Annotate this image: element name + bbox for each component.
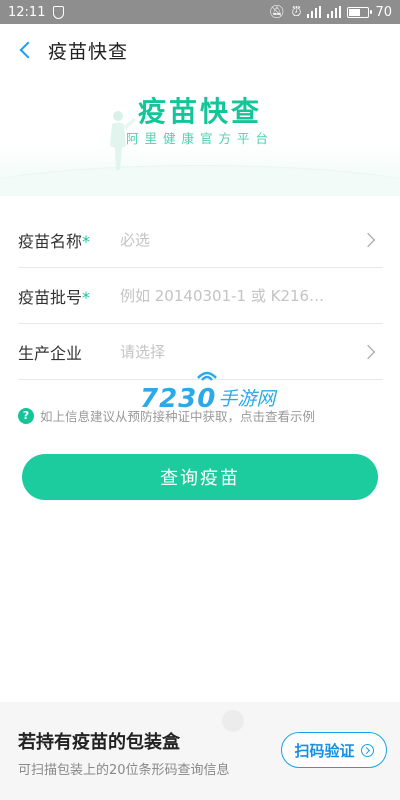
page-title: 疫苗快查 [48,40,129,63]
vaccine-name-label-text: 疫苗名称 [18,231,83,251]
scan-package-card: 若持有疫苗的包装盒 可扫描包装上的20位条形码查询信息 扫码验证 [0,702,400,800]
banner-subtitle: 阿里健康官方平台 [125,131,274,146]
chevron-right-icon [360,232,376,247]
battery-fill [349,8,361,16]
vaccine-name-row[interactable]: 疫苗名称* 必选 [18,212,383,268]
chevron-right-icon [360,344,376,359]
hero-banner: 疫苗快查 阿里健康官方平台 [0,76,400,196]
help-icon: ? [18,407,34,424]
vaccine-name-select[interactable]: 必选 [120,229,363,250]
vaccine-query-form: 疫苗名称* 必选 疫苗批号* 生产企业 请选择 [0,212,400,380]
status-bar: 12:11 🔕︎ ⏰︎ 70 [0,0,400,24]
banner-title: 疫苗快查 [137,95,262,128]
vaccine-batch-row: 疫苗批号* [18,268,383,324]
app-screen: 12:11 🔕︎ ⏰︎ 70 疫苗快查 疫苗快查 阿里健康官方平台 疫苗名称* … [0,0,400,800]
signal-icon [307,6,322,18]
vaccine-batch-input[interactable] [120,286,383,305]
scan-verify-label: 扫码验证 [294,741,355,760]
required-mark: * [82,287,91,307]
hint-text: 如上信息建议从预防接种证中获取，点击查看示例 [40,409,316,424]
shield-icon [53,5,65,19]
nav-header: 疫苗快查 [0,24,400,77]
query-vaccine-button[interactable]: 查询疫苗 [22,454,378,500]
back-button[interactable] [4,24,48,76]
status-bar-right: 🔕︎ ⏰︎ 70 [269,5,392,20]
status-time: 12:11 [8,4,46,20]
back-arrow-icon [19,41,37,59]
banner-wave-decoration [0,165,400,196]
manufacturer-label: 生产企业 [18,343,83,363]
vaccine-batch-label-text: 疫苗批号 [18,287,83,307]
card-decoration [222,710,244,732]
scan-chevron-icon [360,743,374,757]
status-bar-left: 12:11 [8,4,65,20]
scan-verify-button[interactable]: 扫码验证 [281,732,387,768]
alarm-icon: ⏰︎ [291,4,302,20]
vaccine-batch-label: 疫苗批号* [18,284,120,308]
manufacturer-select[interactable]: 请选择 [120,341,363,362]
hint-link[interactable]: ? 如上信息建议从预防接种证中获取，点击查看示例 [18,406,388,425]
wifi-logo-icon [197,371,217,381]
signal-icon-2 [327,6,342,18]
scan-card-subtitle: 可扫描包装上的20位条形码查询信息 [18,763,230,778]
battery-level: 70 [375,4,392,20]
vaccine-name-label: 疫苗名称* [18,228,120,252]
mute-icon: 🔕︎ [268,4,286,20]
battery-icon [347,6,373,18]
scan-card-title: 若持有疫苗的包装盒 [18,732,180,753]
required-mark: * [82,231,91,251]
